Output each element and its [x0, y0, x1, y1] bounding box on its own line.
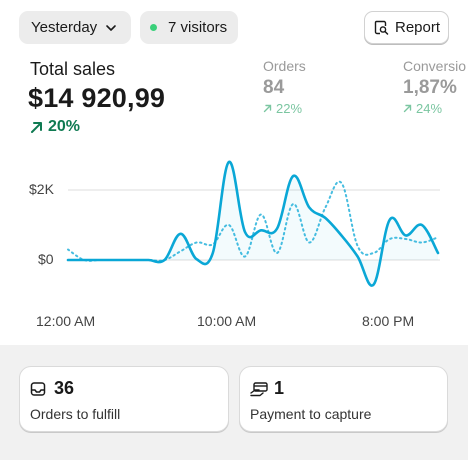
orders-change-value: 22%: [276, 101, 303, 116]
arrow-up-right-icon: [31, 121, 42, 133]
x-tick-1000am: 10:00 AM: [197, 313, 257, 329]
inbox-icon: [30, 382, 46, 396]
orders-value: 84: [263, 77, 285, 98]
report-label: Report: [395, 19, 441, 36]
total-sales-change-value: 20%: [48, 118, 81, 135]
sales-chart[interactable]: [0, 150, 468, 340]
orders-change: 22%: [263, 101, 306, 116]
total-sales-title: Total sales: [30, 59, 116, 79]
y-tick-2k: $2K: [29, 181, 54, 197]
series-area-today: [68, 161, 438, 286]
visitors-label: 7 visitors: [168, 19, 228, 36]
chevron-down-icon: [106, 24, 116, 31]
conversion-change: 24%: [403, 101, 466, 116]
orders-to-fulfill-count: 36: [54, 378, 75, 398]
live-visitors-badge[interactable]: 7 visitors: [140, 11, 238, 44]
report-search-icon: [374, 20, 389, 35]
conversion-change-value: 24%: [416, 101, 443, 116]
y-tick-0: $0: [38, 251, 54, 267]
x-tick-800pm: 8:00 PM: [362, 313, 415, 329]
total-sales-value: $14 920,99: [28, 83, 166, 113]
tasks-panel: 36 Orders to fulfill 1 Payment to captur…: [0, 345, 468, 460]
orders-metric[interactable]: Orders 84 22%: [263, 58, 306, 116]
report-button[interactable]: Report: [364, 11, 449, 44]
series-line-current: [66, 160, 440, 287]
x-tick-1200am: 12:00 AM: [36, 313, 96, 329]
conversion-value: 1,87%: [403, 77, 457, 98]
payment-to-capture-label: Payment to capture: [250, 406, 372, 422]
arrow-up-right-icon: [263, 104, 272, 113]
total-sales-change: 20%: [30, 118, 80, 136]
conversion-title: Conversio: [403, 58, 467, 74]
orders-to-fulfill-card[interactable]: 36 Orders to fulfill: [19, 366, 229, 432]
orders-to-fulfill-label: Orders to fulfill: [30, 406, 121, 422]
payment-icon: [250, 382, 268, 397]
arrow-up-right-icon: [403, 104, 412, 113]
live-dot-icon: [150, 24, 157, 31]
date-range-selector[interactable]: Yesterday: [19, 11, 131, 44]
date-range-label: Yesterday: [31, 19, 98, 36]
conversion-metric[interactable]: Conversio 1,87% 24%: [403, 58, 466, 116]
payment-to-capture-card[interactable]: 1 Payment to capture: [239, 366, 448, 432]
payment-to-capture-count: 1: [274, 378, 285, 398]
orders-title: Orders: [263, 58, 306, 74]
